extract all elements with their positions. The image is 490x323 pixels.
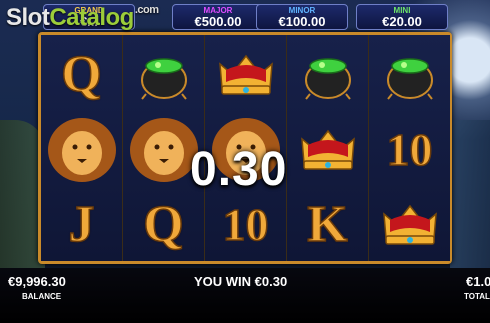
reel-1: QJ xyxy=(41,35,124,261)
balance-value: €9,996.30 xyxy=(8,274,66,289)
letter-symbol-10: 10 xyxy=(205,187,286,262)
jackpot-major-value: €500.00 xyxy=(194,14,242,29)
jackpot-mini-value: €20.00 xyxy=(382,14,422,29)
symbol-text: J xyxy=(68,195,96,254)
letter-symbol-q: Q xyxy=(123,187,204,262)
pot-symbol xyxy=(369,37,450,112)
reel-5: 10 xyxy=(369,35,450,261)
symbol-text: K xyxy=(307,195,349,254)
jackpot-major: MAJOR €500.00 xyxy=(172,4,264,30)
letter-symbol-10: 10 xyxy=(369,112,450,187)
symbol-text: 10 xyxy=(222,198,270,251)
total-bet-value: €1.0 xyxy=(466,274,490,289)
pot-symbol xyxy=(287,37,368,112)
slotcatalog-watermark: SlotCatalog.com xyxy=(6,4,159,31)
balance-label: BALANCE xyxy=(22,292,62,301)
pot-symbol xyxy=(123,37,204,112)
letter-symbol-k: K xyxy=(287,187,368,262)
total-bet-label: TOTAL xyxy=(464,292,490,301)
win-amount-overlay: 0.30 xyxy=(190,143,288,196)
jackpot-mini: MINI €20.00 xyxy=(356,4,448,30)
letter-symbol-q: Q xyxy=(41,37,122,112)
crown-symbol xyxy=(287,112,368,187)
jackpot-minor-value: €100.00 xyxy=(278,14,326,29)
reel-4: K xyxy=(287,35,370,261)
symbol-text: Q xyxy=(61,45,103,104)
jackpot-minor: MINOR €100.00 xyxy=(256,4,348,30)
lion-symbol xyxy=(41,112,122,187)
symbol-text: Q xyxy=(143,195,185,254)
crown-symbol xyxy=(369,187,450,262)
letter-symbol-j: J xyxy=(41,187,122,262)
tree-right xyxy=(450,120,490,270)
crown-symbol xyxy=(205,37,286,112)
symbol-text: 10 xyxy=(386,123,434,176)
win-message: YOU WIN €0.30 xyxy=(194,274,288,289)
